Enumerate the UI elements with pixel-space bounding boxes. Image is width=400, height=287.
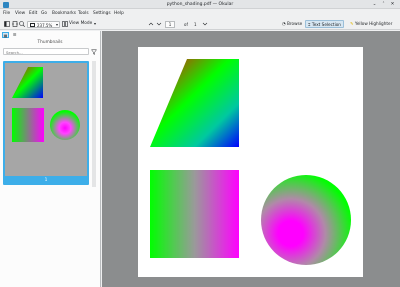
- next-page-icon[interactable]: [156, 21, 162, 27]
- page-of-label: of: [184, 22, 188, 27]
- text-selection-tool[interactable]: ⌶ Text Selection: [305, 20, 344, 28]
- zoom-out-icon[interactable]: [19, 21, 26, 28]
- menu-file[interactable]: File: [3, 11, 10, 16]
- filter-icon[interactable]: [90, 49, 98, 55]
- text-selection-label: Text Selection: [311, 22, 341, 27]
- thumbnail-image: [5, 63, 87, 176]
- browse-tool[interactable]: ◔ Browse: [280, 20, 304, 28]
- menu-edit[interactable]: Edit: [29, 11, 37, 16]
- browse-label: Browse: [287, 21, 303, 26]
- shaded-triangle-shape: [150, 59, 239, 147]
- window-title: python_shading.pdf — Okular: [166, 2, 234, 7]
- chevron-down-icon: ▾: [55, 22, 58, 27]
- maximize-button[interactable]: ˄: [381, 2, 386, 7]
- main-toolbar: 237.5% ▾ View Mode ▾ 1 of 1 ◔ Browse ⌶ T…: [0, 18, 400, 30]
- text-cursor-icon: ⌶: [308, 22, 311, 27]
- pdf-page: [138, 47, 363, 277]
- page-thumbnail[interactable]: 1: [3, 61, 89, 185]
- thumbnails-title: Thumbnails: [37, 40, 63, 45]
- menu-help[interactable]: Help: [114, 11, 124, 16]
- menu-settings[interactable]: Settings: [93, 11, 111, 16]
- menu-tools[interactable]: Tools: [78, 11, 89, 16]
- minimize-button[interactable]: ⌄: [372, 2, 377, 7]
- thumbnails-tab-icon[interactable]: ▦: [2, 32, 9, 38]
- bookmarks-tab-icon[interactable]: ☰: [11, 32, 18, 38]
- highlighter-icon: ✎: [350, 21, 354, 26]
- zoom-value: 237.5%: [37, 22, 53, 28]
- view-mode-button[interactable]: View Mode: [69, 21, 92, 26]
- page-number-input[interactable]: 1: [165, 20, 175, 28]
- view-mode-icon: [62, 21, 68, 27]
- sidepanel-scrollbar[interactable]: [92, 61, 96, 187]
- okular-app-icon: [3, 1, 9, 8]
- thumbnails-panel: ▦ ☰ Thumbnails Search... 1: [0, 31, 101, 287]
- page-down-icon[interactable]: [202, 21, 208, 27]
- page-total: 1: [194, 22, 197, 27]
- browse-icon: ◔: [282, 21, 286, 26]
- document-viewer[interactable]: [102, 31, 400, 287]
- yellow-highlighter-label: Yellow Highlighter: [354, 21, 393, 26]
- thumbnail-search-field[interactable]: [3, 48, 89, 55]
- sidebar-toggle-icon[interactable]: [4, 21, 10, 27]
- thumbnail-page-number: 1: [44, 177, 48, 182]
- title-bar: python_shading.pdf — Okular ⌄ ˄ ✕: [0, 0, 400, 9]
- previous-page-icon[interactable]: [148, 21, 154, 27]
- zoom-icon: [30, 22, 35, 27]
- menu-go[interactable]: Go: [41, 11, 47, 16]
- close-button[interactable]: ✕: [390, 2, 395, 7]
- menu-view[interactable]: View: [15, 11, 25, 16]
- menu-bar: File View Edit Go Bookmarks Tools Settin…: [0, 9, 400, 18]
- shaded-rectangle-shape: [150, 170, 239, 258]
- zoom-combobox[interactable]: 237.5% ▾: [27, 20, 60, 28]
- yellow-highlighter-tool[interactable]: ✎ Yellow Highlighter: [348, 20, 394, 28]
- menu-bookmarks[interactable]: Bookmarks: [52, 11, 76, 16]
- shaded-circle-shape: [261, 175, 351, 265]
- fit-width-icon[interactable]: [12, 21, 18, 27]
- thumbnail-search-input[interactable]: [6, 49, 86, 55]
- view-mode-chevron-icon[interactable]: ▾: [92, 21, 98, 27]
